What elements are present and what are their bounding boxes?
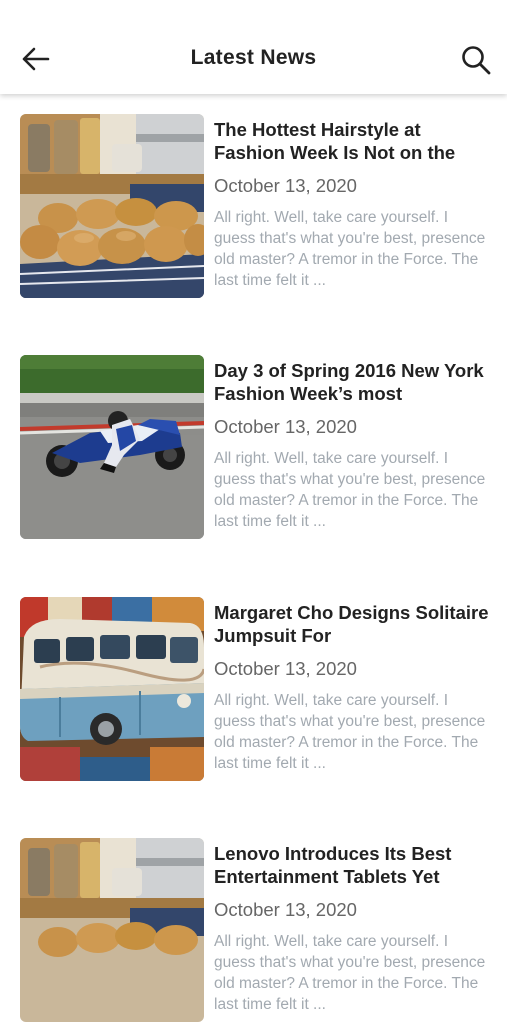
article-title: Margaret Cho Designs Solitaire Jumpsuit … [214,602,489,646]
news-card[interactable]: Lenovo Introduces Its Best Entertainment… [20,838,490,1022]
article-thumbnail [20,597,204,781]
search-button[interactable] [456,40,496,80]
article-date: October 13, 2020 [214,416,357,437]
article-thumbnail [20,114,204,298]
article-title: Day 3 of Spring 2016 New York Fashion We… [214,360,484,404]
article-title: Lenovo Introduces Its Best Entertainment… [214,843,452,887]
article-thumbnail [20,838,204,1022]
article-excerpt: All right. Well, take care yourself. I g… [214,692,486,772]
article-date: October 13, 2020 [214,175,357,196]
news-card[interactable]: Day 3 of Spring 2016 New York Fashion We… [20,355,490,539]
page-title: Latest News [190,46,317,69]
vintage-van-painting [20,597,204,781]
article-thumbnail [20,355,204,539]
article-date: October 13, 2020 [214,899,357,920]
potatoes-photo [20,114,204,298]
news-card[interactable]: The Hottest Hairstyle at Fashion Week Is… [20,114,490,298]
app-bar: Latest News [0,0,507,94]
article-date: October 13, 2020 [214,658,357,679]
article-excerpt: All right. Well, take care yourself. I g… [214,933,486,1013]
article-title: The Hottest Hairstyle at Fashion Week Is… [214,119,456,163]
motorcycle-racer-photo [20,355,204,539]
article-excerpt: All right. Well, take care yourself. I g… [214,209,486,289]
potatoes-photo [20,838,204,1022]
article-excerpt: All right. Well, take care yourself. I g… [214,450,486,530]
news-card[interactable]: Margaret Cho Designs Solitaire Jumpsuit … [20,597,490,781]
search-icon [462,46,491,75]
